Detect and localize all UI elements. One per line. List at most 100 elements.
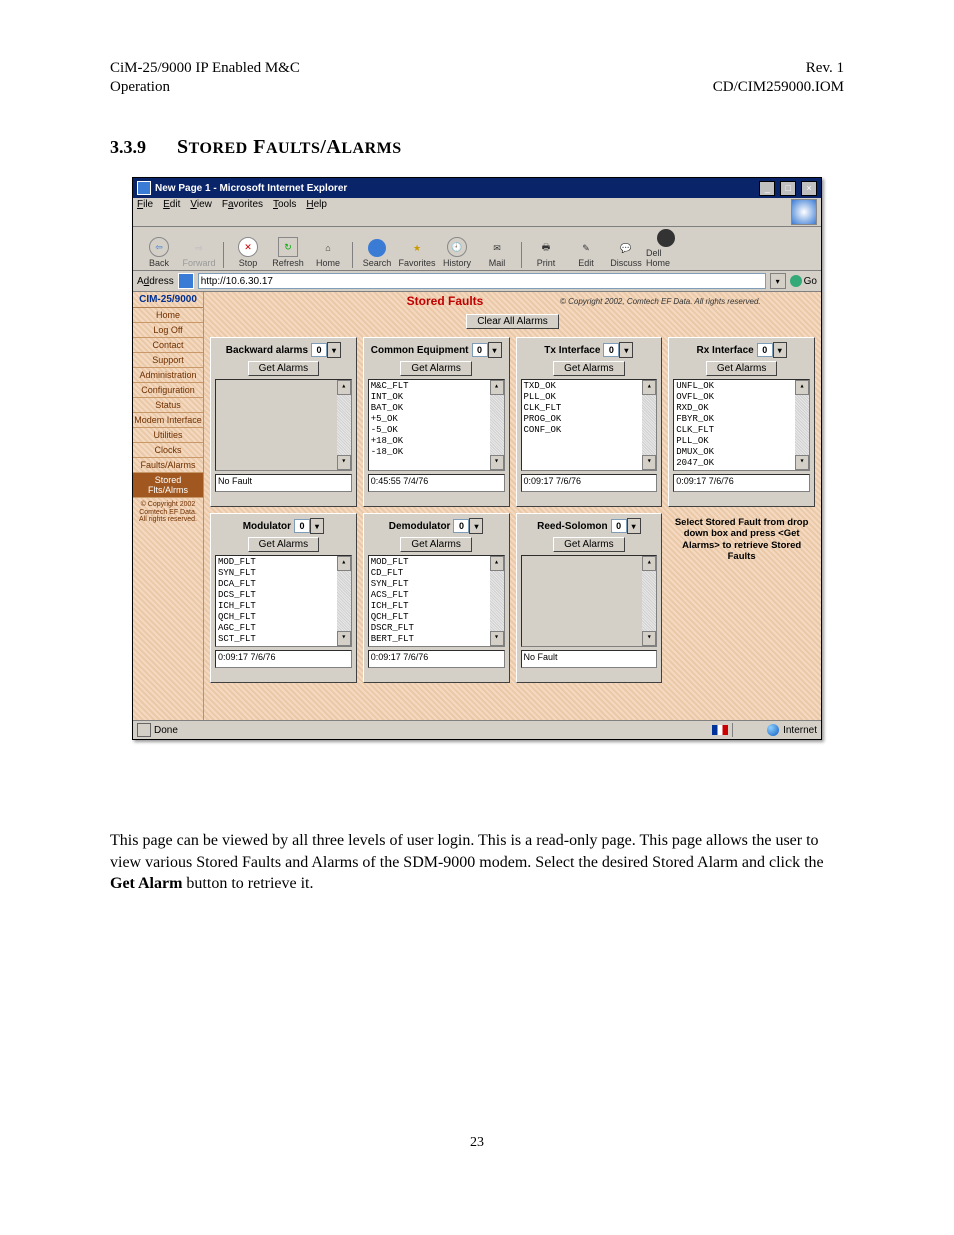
sidebar-item-status[interactable]: Status (133, 398, 203, 413)
sidebar-item-faults-alarms[interactable]: Faults/Alarms (133, 458, 203, 473)
edit-button[interactable]: ✎Edit (566, 239, 606, 268)
tx-select[interactable]: 0▾ (603, 342, 633, 358)
panel-tx: Tx Interface 0▾ Get Alarms TXD_OKPLL_OKC… (516, 337, 663, 507)
ie-app-icon (137, 181, 151, 195)
stop-button[interactable]: ✕Stop (228, 237, 268, 268)
panel-common: Common Equipment 0▾ Get Alarms M&C_FLTIN… (363, 337, 510, 507)
menu-help[interactable]: Help (306, 199, 327, 225)
dellhome-button[interactable]: Dell Home (646, 229, 686, 268)
rs-select[interactable]: 0▾ (611, 518, 641, 534)
backward-timestamp: No Fault (215, 474, 352, 492)
print-button[interactable]: 🖶Print (526, 239, 566, 268)
mod-timestamp: 0:09:17 7/6/76 (215, 650, 352, 668)
maximize-button[interactable]: □ (780, 181, 796, 196)
titlebar: New Page 1 - Microsoft Internet Explorer… (133, 178, 821, 198)
clear-all-alarms-button[interactable]: Clear All Alarms (466, 314, 559, 329)
page-copyright: © Copyright 2002, Comtech EF Data. All r… (560, 297, 761, 306)
favorites-icon: ★ (408, 239, 426, 257)
sidebar-item-clocks[interactable]: Clocks (133, 443, 203, 458)
tx-get-button[interactable]: Get Alarms (553, 361, 624, 376)
url-input[interactable] (198, 273, 766, 289)
backward-listbox[interactable]: ▴▾ (215, 379, 352, 471)
body-paragraph: This page can be viewed by all three lev… (110, 830, 844, 895)
refresh-button[interactable]: ↻Refresh (268, 237, 308, 268)
common-listbox[interactable]: M&C_FLTINT_OKBAT_OK+5_OK-5_OK+18_OK-18_O… (368, 379, 505, 471)
scroll-down-icon[interactable]: ▾ (337, 455, 351, 470)
search-icon (368, 239, 386, 257)
panel-row-1: Backward alarms 0▾ Get Alarms ▴▾ No Faul… (210, 337, 815, 507)
back-button[interactable]: ⇦Back (139, 237, 179, 268)
demod-listbox[interactable]: MOD_FLTCD_FLTSYN_FLTACS_FLTICH_FLTQCH_FL… (368, 555, 505, 647)
section-title: STORED FAULTS/ALARMS (177, 136, 402, 158)
sidebar-item-configuration[interactable]: Configuration (133, 383, 203, 398)
url-dropdown[interactable]: ▾ (770, 273, 786, 289)
menu-tools[interactable]: Tools (273, 199, 296, 225)
panel-reed-solomon: Reed-Solomon 0▾ Get Alarms ▴▾ No Fault (516, 513, 663, 683)
tx-timestamp: 0:09:17 7/6/76 (521, 474, 658, 492)
search-button[interactable]: Search (357, 239, 397, 268)
doc-header-right-2: CD/CIM259000.IOM (713, 79, 844, 96)
rs-listbox[interactable]: ▴▾ (521, 555, 658, 647)
rs-get-button[interactable]: Get Alarms (553, 537, 624, 552)
mod-select[interactable]: 0▾ (294, 518, 324, 534)
forward-button[interactable]: ⇨Forward (179, 239, 219, 268)
info-text: Select Stored Fault from drop down box a… (672, 517, 811, 563)
stop-icon: ✕ (238, 237, 258, 257)
section-number: 3.3.9 (110, 137, 172, 158)
doc-header-right-1: Rev. 1 (806, 60, 844, 77)
sidebar-item-administration[interactable]: Administration (133, 368, 203, 383)
sidebar-item-logoff[interactable]: Log Off (133, 323, 203, 338)
go-button[interactable]: Go (790, 275, 817, 287)
minimize-button[interactable]: _ (759, 181, 775, 196)
discuss-icon: 💬 (617, 239, 635, 257)
menu-edit[interactable]: Edit (163, 199, 180, 225)
home-button[interactable]: ⌂Home (308, 239, 348, 268)
menu-view[interactable]: View (190, 199, 212, 225)
address-label: Address (137, 276, 174, 287)
rx-timestamp: 0:09:17 7/6/76 (673, 474, 810, 492)
chevron-down-icon: ▾ (627, 518, 641, 534)
address-bar: Address ▾ Go (133, 271, 821, 292)
mail-button[interactable]: ✉Mail (477, 239, 517, 268)
rx-get-button[interactable]: Get Alarms (706, 361, 777, 376)
mod-get-button[interactable]: Get Alarms (248, 537, 319, 552)
common-select[interactable]: 0▾ (472, 342, 502, 358)
refresh-icon: ↻ (278, 237, 298, 257)
menu-favorites[interactable]: Favorites (222, 199, 263, 225)
chevron-down-icon: ▾ (619, 342, 633, 358)
demod-select[interactable]: 0▾ (453, 518, 483, 534)
mod-title: Modulator (243, 521, 291, 532)
history-icon: 🕘 (447, 237, 467, 257)
close-button[interactable]: × (801, 181, 817, 196)
demod-title: Demodulator (389, 521, 451, 532)
statusbar: Done Internet (133, 720, 821, 739)
sidebar-item-contact[interactable]: Contact (133, 338, 203, 353)
done-icon (137, 723, 151, 737)
scroll-up-icon[interactable]: ▴ (337, 380, 351, 395)
panel-rx: Rx Interface 0▾ Get Alarms UNFL_OKOVFL_O… (668, 337, 815, 507)
rx-listbox[interactable]: UNFL_OKOVFL_OKRXD_OKFBYR_OKCLK_FLTPLL_OK… (673, 379, 810, 471)
print-icon: 🖶 (537, 239, 555, 257)
sidebar-item-support[interactable]: Support (133, 353, 203, 368)
rx-select[interactable]: 0▾ (757, 342, 787, 358)
sidebar-item-home[interactable]: Home (133, 308, 203, 323)
favorites-button[interactable]: ★Favorites (397, 239, 437, 268)
demod-get-button[interactable]: Get Alarms (400, 537, 471, 552)
doc-header-left-1: CiM-25/9000 IP Enabled M&C (110, 60, 300, 77)
backward-select[interactable]: 0▾ (311, 342, 341, 358)
common-timestamp: 0:45:55 7/4/76 (368, 474, 505, 492)
mod-listbox[interactable]: MOD_FLTSYN_FLTDCA_FLTDCS_FLTICH_FLTQCH_F… (215, 555, 352, 647)
main-area: Stored Faults © Copyright 2002, Comtech … (204, 292, 821, 720)
tx-listbox[interactable]: TXD_OKPLL_OKCLK_FLTPROG_OKCONF_OK ▴▾ (521, 379, 658, 471)
discuss-button[interactable]: 💬Discuss (606, 239, 646, 268)
common-get-button[interactable]: Get Alarms (400, 361, 471, 376)
status-left: Done (154, 725, 178, 736)
backward-get-button[interactable]: Get Alarms (248, 361, 319, 376)
page-title: Stored Faults (330, 294, 560, 308)
menu-file[interactable]: File (137, 199, 153, 225)
panel-row-2: Modulator 0▾ Get Alarms MOD_FLTSYN_FLTDC… (210, 513, 815, 683)
sidebar-item-stored-faults[interactable]: Stored Flts/Alrms (133, 473, 203, 498)
history-button[interactable]: 🕘History (437, 237, 477, 268)
sidebar-item-modem-interface[interactable]: Modem Interface (133, 413, 203, 428)
sidebar-item-utilities[interactable]: Utilities (133, 428, 203, 443)
